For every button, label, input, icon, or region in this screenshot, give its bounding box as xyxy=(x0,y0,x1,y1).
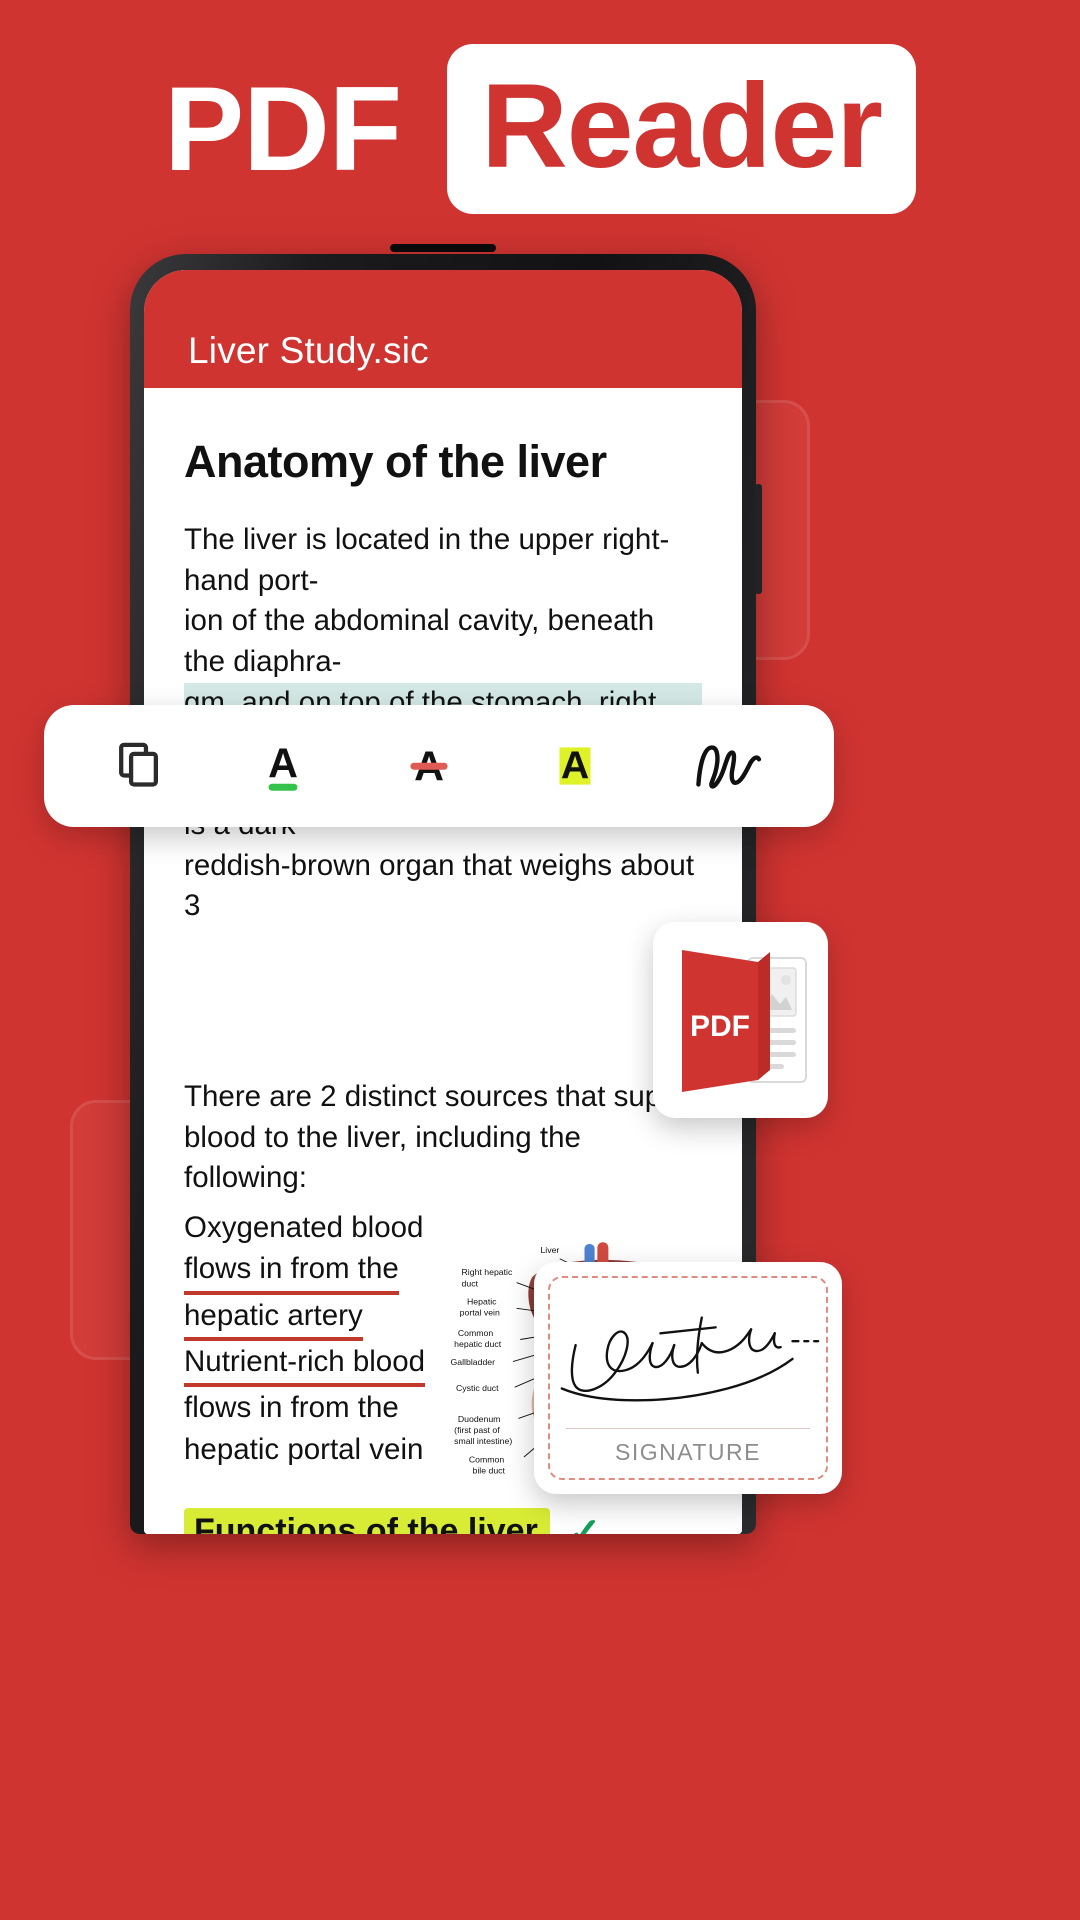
pdf-badge-icon: PDF xyxy=(681,950,807,1092)
svg-text:A: A xyxy=(268,740,298,786)
list-item: Nutrient-rich blood xyxy=(184,1341,439,1388)
check-icon: ✓ xyxy=(567,1511,602,1534)
underline-text-icon[interactable]: A xyxy=(252,735,314,797)
list-item: flows in from the xyxy=(184,1387,439,1428)
diagram-label-common-bile-duct-line2: bile duct xyxy=(473,1466,506,1476)
diagram-label-cystic-duct: Cystic duct xyxy=(456,1383,499,1393)
svg-text:A: A xyxy=(561,743,589,787)
signature-scribble-icon[interactable] xyxy=(690,737,764,795)
list-item: flows in from the xyxy=(184,1248,439,1295)
diagram-label-hepatic-portal-vein: Hepatic xyxy=(467,1297,497,1307)
document-title: Liver Study.sic xyxy=(188,330,429,371)
blood-sources-list: Oxygenated blood flows in from the hepat… xyxy=(184,1207,439,1486)
paragraph-line: ion of the abdominal cavity, beneath the… xyxy=(184,604,655,679)
diagram-label-duodenum-line3: small intestine) xyxy=(454,1436,512,1446)
list-item: hepatic portal vein xyxy=(184,1429,439,1470)
highlight-text-icon[interactable]: A xyxy=(544,735,606,797)
paragraph-line: There are 2 distinct sources that supply xyxy=(184,1080,699,1114)
toolbar-gap xyxy=(184,927,702,1077)
paragraph-two: There are 2 distinct sources that supply… xyxy=(184,1077,702,1199)
brand-word-reader: Reader xyxy=(481,59,883,193)
diagram-label-duodenum: Duodenum xyxy=(458,1414,501,1424)
diagram-label-gallbladder: Gallbladder xyxy=(451,1357,496,1367)
list-item-text-underlined: hepatic artery xyxy=(184,1295,363,1342)
strikethrough-text-icon[interactable]: A xyxy=(398,735,460,797)
functions-heading: Functions of the liver xyxy=(184,1508,550,1534)
signature-card[interactable]: SIGNATURE xyxy=(534,1262,842,1494)
paragraph-line: The liver is located in the upper right-… xyxy=(184,523,670,597)
headline: PDF Reader xyxy=(0,44,1080,214)
paragraph-line: blood to the liver, including the follow… xyxy=(184,1120,581,1195)
pdf-badge-label: PDF xyxy=(690,1010,750,1043)
paragraph-line: reddish-brown organ that weighs about 3 xyxy=(184,848,695,923)
diagram-label-duodenum-line2: (first past of xyxy=(454,1425,500,1435)
brand-reader-box: Reader xyxy=(447,44,916,214)
pdf-file-badge: PDF xyxy=(653,922,828,1118)
page-title: Anatomy of the liver xyxy=(184,436,607,487)
list-item-text: Oxygenated blood xyxy=(184,1211,424,1245)
phone-side-button xyxy=(755,484,762,594)
annotation-toolbar[interactable]: A A A xyxy=(44,705,834,827)
list-item-text-underlined: Nutrient-rich blood xyxy=(184,1341,426,1388)
diagram-label-right-hepatic-duct: Right hepatic xyxy=(462,1267,513,1277)
diagram-label-common-hepatic-duct-line2: hepatic duct xyxy=(454,1339,502,1349)
app-bar: Liver Study.sic xyxy=(144,270,742,388)
signature-scribble xyxy=(560,1316,820,1402)
diagram-label-liver: Liver xyxy=(540,1245,559,1255)
diagram-label-right-hepatic-duct-line2: duct xyxy=(462,1278,479,1288)
signature-drawing-area[interactable] xyxy=(550,1278,826,1428)
signature-dashed-frame: SIGNATURE xyxy=(548,1276,828,1480)
functions-heading-row: Functions of the liver ✓ xyxy=(184,1508,702,1534)
diagram-label-hepatic-portal-vein-line2: portal vein xyxy=(460,1308,500,1318)
list-item-text: flows in from the xyxy=(184,1391,399,1425)
diagram-label-common-bile-duct: Common xyxy=(469,1455,504,1465)
brand-word-pdf: PDF xyxy=(164,62,402,196)
phone-speaker xyxy=(390,244,496,252)
list-item: hepatic artery xyxy=(184,1295,439,1342)
list-item-text: hepatic portal vein xyxy=(184,1432,424,1466)
list-item-text-underlined: flows in from the xyxy=(184,1248,399,1295)
copy-icon[interactable] xyxy=(114,739,168,793)
list-item: Oxygenated blood xyxy=(184,1207,439,1248)
diagram-label-common-hepatic-duct: Common xyxy=(458,1328,493,1338)
signature-caption: SIGNATURE xyxy=(615,1439,761,1465)
